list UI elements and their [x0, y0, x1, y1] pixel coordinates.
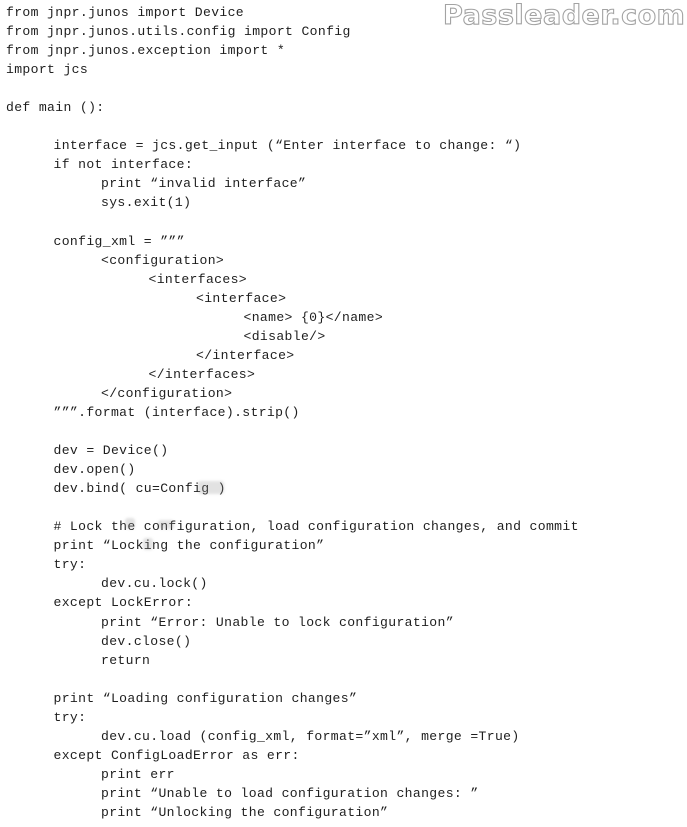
- code-document: Passleader.com from jnpr.junos import De…: [0, 0, 687, 827]
- code-line: print “Unable to load configuration chan…: [101, 785, 479, 801]
- code-line: dev.cu.lock(): [101, 576, 208, 592]
- code-line: dev = Device(): [53, 443, 169, 459]
- code-line: dev.close(): [101, 633, 192, 649]
- code-line: dev.cu.load (config_xml, format=”xml”, m…: [101, 728, 520, 744]
- scan-smudge: [125, 518, 135, 529]
- code-line: config_xml = ”””: [53, 233, 185, 249]
- code-block: from jnpr.junos import Device from jnpr.j…: [6, 3, 579, 822]
- code-line: print err: [101, 766, 175, 782]
- code-line: from jnpr.junos.utils.config import Conf…: [6, 24, 351, 40]
- code-line: </configuration>: [101, 385, 233, 401]
- code-line: </interface>: [196, 347, 295, 363]
- code-line: print “invalid interface”: [101, 176, 307, 192]
- code-line: interface = jcs.get_input (“Enter interf…: [53, 138, 522, 154]
- scan-smudge: [143, 538, 153, 550]
- code-line: def main ():: [6, 100, 105, 116]
- code-line: from jnpr.junos import Device: [6, 5, 245, 20]
- code-line: <interfaces>: [148, 271, 247, 287]
- code-line: <name> {0}</name>: [243, 309, 384, 325]
- code-line: print “Unlocking the configuration”: [101, 804, 389, 820]
- scan-smudge: [158, 520, 174, 529]
- code-line: try:: [53, 557, 87, 573]
- code-line: print “Locking the configuration”: [53, 538, 325, 554]
- code-line: import jcs: [6, 62, 89, 78]
- code-line: dev.open(): [53, 462, 136, 478]
- code-line: except ConfigLoadError as err:: [53, 747, 300, 763]
- code-line: sys.exit(1): [101, 195, 192, 211]
- code-line: ”””.format (interface).strip(): [53, 404, 300, 420]
- code-line: </interfaces>: [148, 366, 256, 382]
- code-line: <configuration>: [101, 252, 225, 268]
- code-line: dev.bind( cu=Config ): [53, 481, 226, 497]
- scan-smudge: [198, 481, 224, 494]
- code-line: return: [101, 652, 151, 668]
- code-line: from jnpr.junos.exception import *: [6, 43, 286, 59]
- code-line: <interface>: [196, 290, 287, 306]
- code-line: print “Loading configuration changes”: [53, 690, 358, 706]
- code-line: except LockError:: [53, 595, 194, 611]
- code-line: <disable/>: [243, 328, 326, 344]
- code-comment-line: # Lock the configuration, load configura…: [53, 519, 579, 535]
- code-line: try:: [53, 709, 87, 725]
- code-line: print “Error: Unable to lock configurati…: [101, 614, 454, 630]
- code-line: if not interface:: [53, 157, 194, 173]
